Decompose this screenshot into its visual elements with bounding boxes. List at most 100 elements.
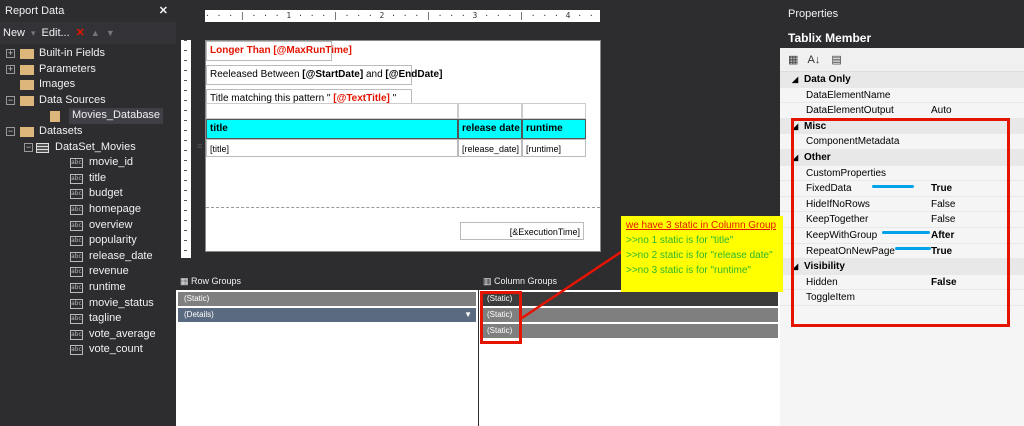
tree-item-label: overview bbox=[89, 218, 133, 231]
tree-item-vote-count[interactable]: abc vote_count bbox=[0, 342, 176, 358]
field-icon: abc bbox=[70, 204, 83, 215]
detail-cell-runtime[interactable]: [runtime] bbox=[522, 139, 586, 157]
ruler-tick bbox=[184, 110, 187, 111]
report-body[interactable]: Longer Than [@MaxRunTime] Reeleased Betw… bbox=[197, 40, 601, 252]
header-cell-release-date[interactable]: release date bbox=[458, 119, 522, 139]
close-icon[interactable]: ✕ bbox=[159, 0, 168, 22]
ruler-tick bbox=[184, 220, 187, 221]
move-up-icon[interactable]: ▲ bbox=[91, 22, 100, 44]
note-line-2: >>no 1 static is for "title" bbox=[626, 235, 734, 246]
field-icon: abc bbox=[70, 298, 83, 309]
underline-fixeddata bbox=[872, 185, 914, 188]
tablix-top-handle-3[interactable] bbox=[522, 103, 586, 119]
header-cell-runtime[interactable]: runtime bbox=[522, 119, 586, 139]
tablix-top-handle-1[interactable] bbox=[206, 103, 458, 119]
tree-item-movie-status[interactable]: abc movie_status bbox=[0, 296, 176, 312]
tree-item-label: runtime bbox=[89, 280, 126, 293]
row-group-details[interactable]: (Details) ▼ bbox=[178, 308, 476, 322]
ruler-tick bbox=[184, 60, 187, 61]
field-icon: abc bbox=[70, 282, 83, 293]
tree-item-label: tagline bbox=[89, 312, 122, 325]
tree-item-overview[interactable]: abc overview bbox=[0, 218, 176, 234]
tablix-top-handle-2[interactable] bbox=[458, 103, 522, 119]
chevron-down-icon[interactable]: ▼ bbox=[464, 308, 472, 322]
tree-item-homepage[interactable]: abc homepage bbox=[0, 202, 176, 218]
new-dropdown-icon[interactable]: ▾ bbox=[31, 22, 36, 44]
properties-title: Properties bbox=[780, 0, 1024, 28]
released-between-textbox[interactable]: Reeleased Between [@StartDate] and [@End… bbox=[206, 65, 442, 85]
categorized-icon[interactable]: ▦ bbox=[788, 54, 798, 66]
horizontal-ruler: · · · | · · · 1 · · · | · · · 2 · · · | … bbox=[205, 10, 600, 22]
row-groups-icon: ▦ bbox=[180, 276, 192, 286]
column-group-static-2[interactable]: (Static) bbox=[481, 308, 778, 322]
tree-item-images[interactable]: Images bbox=[0, 77, 176, 93]
tree-item-movies-database[interactable]: Movies_Database bbox=[0, 108, 176, 124]
released-between-label: Reeleased Between bbox=[210, 69, 303, 80]
column-group-static-1[interactable]: (Static) bbox=[481, 292, 778, 306]
ruler-tick bbox=[184, 90, 187, 91]
expand-icon[interactable]: + bbox=[6, 49, 15, 58]
ruler-tick bbox=[184, 180, 187, 181]
tree-item-data-sources[interactable]: − Data Sources bbox=[0, 93, 176, 109]
tree-item-movie-id[interactable]: abc movie_id bbox=[0, 155, 176, 171]
folder-icon bbox=[20, 64, 34, 75]
collapse-icon[interactable]: − bbox=[6, 95, 15, 105]
alphabetical-icon[interactable]: A↓ bbox=[807, 54, 820, 66]
annotation-note: we have 3 static in Column Group >>no 1 … bbox=[621, 216, 783, 292]
column-group-static-3[interactable]: (Static) bbox=[481, 324, 778, 338]
edit-button[interactable]: Edit... bbox=[42, 22, 70, 44]
folder-icon bbox=[20, 49, 34, 59]
collapse-icon[interactable]: − bbox=[24, 142, 33, 152]
start-date-param: [@StartDate] bbox=[302, 69, 364, 80]
collapse-icon[interactable]: − bbox=[6, 126, 15, 136]
tree-item-release-date[interactable]: abc release_date bbox=[0, 249, 176, 265]
row-groups-title: Row Groups bbox=[191, 276, 242, 286]
execution-time-textbox[interactable]: [&ExecutionTime] bbox=[460, 222, 584, 240]
column-groups-icon: ▥ bbox=[483, 276, 495, 286]
tree-item-parameters[interactable]: + Parameters bbox=[0, 62, 176, 78]
property-category-data only[interactable]: ◢ Data Only bbox=[780, 72, 1024, 88]
property-value[interactable]: Auto bbox=[931, 103, 952, 119]
longer-than-textbox[interactable]: Longer Than [@MaxRunTime] bbox=[206, 41, 352, 61]
move-down-icon[interactable]: ▼ bbox=[106, 22, 115, 44]
detail-cell-release-date[interactable]: [release_date] bbox=[458, 139, 522, 157]
underline-keepwithgroup bbox=[882, 231, 930, 234]
tree-item-label: movie_status bbox=[89, 296, 154, 309]
folder-icon bbox=[20, 95, 34, 106]
tree-item-vote-average[interactable]: abc vote_average bbox=[0, 327, 176, 343]
ruler-tick bbox=[184, 230, 187, 231]
tree-item-revenue[interactable]: abc revenue bbox=[0, 264, 176, 280]
ruler-tick bbox=[184, 40, 187, 41]
tree-item-datasets[interactable]: − Datasets bbox=[0, 124, 176, 140]
property-name: DataElementName bbox=[806, 89, 891, 101]
longer-than-text: Longer Than [@MaxRunTime] bbox=[210, 45, 352, 56]
row-group-static[interactable]: (Static) bbox=[178, 292, 476, 306]
ruler-tick bbox=[184, 210, 187, 211]
ruler-tick bbox=[184, 150, 187, 151]
delete-icon[interactable]: ✕ bbox=[76, 22, 85, 44]
tree-item-popularity[interactable]: abc popularity bbox=[0, 233, 176, 249]
detail-row-marker-icon[interactable]: ≡ bbox=[197, 141, 202, 151]
detail-cell-title[interactable]: [title] bbox=[206, 139, 458, 157]
tree-item-title[interactable]: abc title bbox=[0, 171, 176, 187]
tree-item-built-in-fields[interactable]: + Built-in Fields bbox=[0, 46, 176, 62]
property-row-dataelementoutput[interactable]: DataElementOutput Auto bbox=[780, 103, 1024, 119]
body-footer-divider bbox=[206, 207, 600, 208]
tree-item-budget[interactable]: abc budget bbox=[0, 186, 176, 202]
tree-item-runtime[interactable]: abc runtime bbox=[0, 280, 176, 296]
property-pages-icon[interactable]: ▤ bbox=[831, 54, 841, 66]
tree-item-label: homepage bbox=[89, 202, 141, 215]
note-line-3: >>no 2 static is for "release date" bbox=[626, 250, 773, 261]
tree-item-tagline[interactable]: abc tagline bbox=[0, 311, 176, 327]
report-data-tree: + Built-in Fields + Parameters Images − Data S… bbox=[0, 44, 176, 358]
tree-item-label: title bbox=[89, 171, 107, 184]
ruler-tick bbox=[184, 250, 187, 251]
new-button[interactable]: New bbox=[3, 22, 25, 44]
expand-icon[interactable]: + bbox=[6, 64, 15, 74]
tree-item-dataset-movies[interactable]: − DataSet_Movies bbox=[0, 140, 176, 156]
property-row-dataelementname[interactable]: DataElementName bbox=[780, 88, 1024, 104]
property-name: Data Only bbox=[804, 74, 851, 85]
collapse-caret-icon[interactable]: ◢ bbox=[792, 72, 798, 88]
header-cell-title[interactable]: title bbox=[206, 119, 458, 139]
field-icon: abc bbox=[70, 158, 83, 169]
